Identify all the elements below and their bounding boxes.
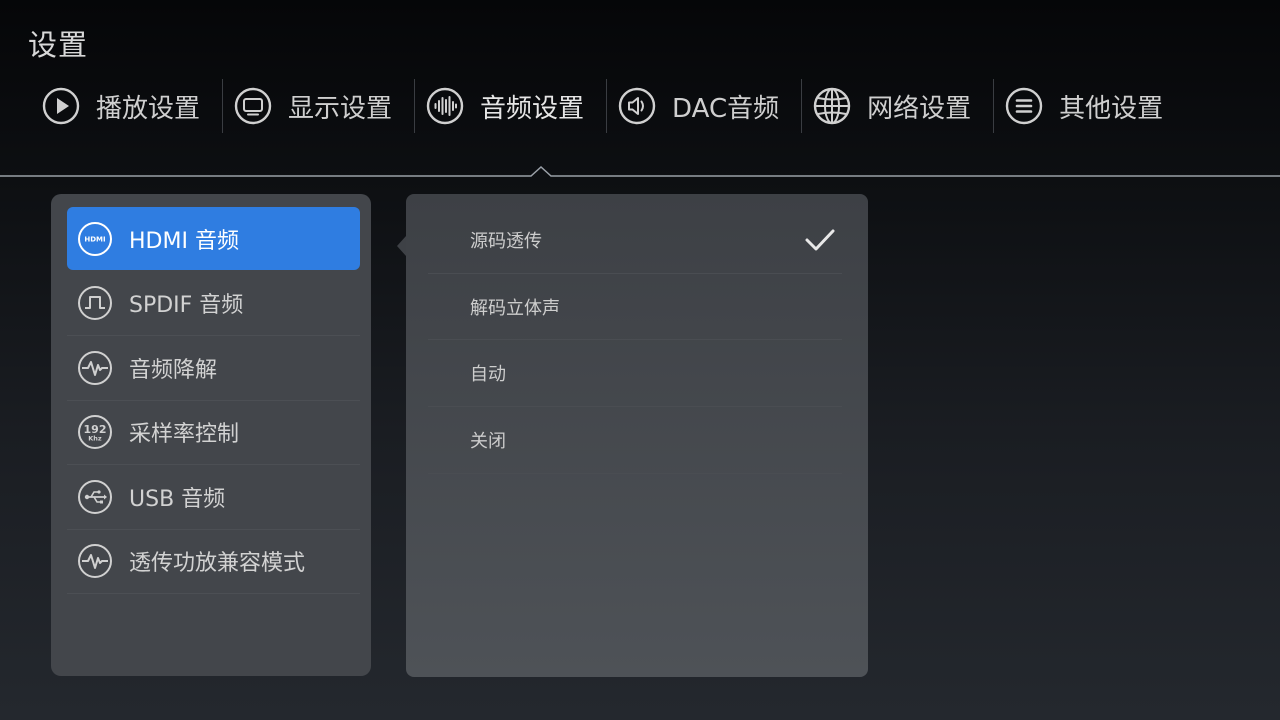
sample-rate-icon: 192 Khz bbox=[78, 415, 112, 450]
panel-pointer bbox=[397, 236, 406, 256]
menu-item-label: SPDIF 音频 bbox=[129, 293, 244, 319]
option-decode-stereo[interactable]: 解码立体声 bbox=[428, 274, 842, 341]
menu-item-sample-rate[interactable]: 192 Khz 采样率控制 bbox=[67, 401, 360, 465]
menu-list-icon bbox=[1005, 87, 1043, 125]
waveform-icon bbox=[78, 544, 112, 579]
settings-tab-bar: 播放设置 显示设置 音频设置 DAC音频 网络设置 其他设置 bbox=[30, 79, 1185, 133]
option-auto[interactable]: 自动 bbox=[428, 340, 842, 408]
tab-label: 显示设置 bbox=[288, 93, 393, 124]
menu-item-label: USB 音频 bbox=[129, 486, 226, 512]
option-label: 源码透传 bbox=[470, 230, 542, 252]
menu-item-audio-downmix[interactable]: 音频降解 bbox=[67, 336, 360, 401]
tab-label: DAC音频 bbox=[672, 93, 780, 124]
tab-label: 其他设置 bbox=[1059, 93, 1164, 124]
svg-text:Khz: Khz bbox=[88, 435, 102, 443]
menu-item-passthrough-compat[interactable]: 透传功放兼容模式 bbox=[67, 530, 360, 594]
tab-network-settings[interactable]: 网络设置 bbox=[801, 79, 993, 133]
tab-label: 网络设置 bbox=[867, 93, 972, 124]
menu-item-label: 采样率控制 bbox=[129, 422, 240, 448]
tab-label: 播放设置 bbox=[96, 93, 201, 124]
display-icon bbox=[234, 87, 272, 125]
menu-item-hdmi-audio[interactable]: HDMI HDMI 音频 bbox=[67, 207, 360, 270]
usb-icon bbox=[78, 479, 112, 514]
tab-audio-settings[interactable]: 音频设置 bbox=[414, 79, 606, 133]
tab-display-settings[interactable]: 显示设置 bbox=[222, 79, 414, 133]
speaker-icon bbox=[618, 87, 656, 125]
tab-label: 音频设置 bbox=[480, 93, 585, 124]
hdmi-options-panel: 源码透传 解码立体声 自动 关闭 bbox=[397, 194, 868, 677]
spdif-icon bbox=[78, 286, 112, 321]
svg-text:HDMI: HDMI bbox=[84, 235, 105, 243]
audio-wave-icon bbox=[426, 87, 464, 125]
menu-item-label: 透传功放兼容模式 bbox=[129, 551, 306, 577]
menu-item-label: 音频降解 bbox=[129, 357, 218, 383]
page-title: 设置 bbox=[28, 28, 89, 62]
tab-playback-settings[interactable]: 播放设置 bbox=[30, 79, 222, 133]
checkmark-icon bbox=[805, 229, 835, 251]
option-off[interactable]: 关闭 bbox=[428, 407, 842, 474]
tab-other-settings[interactable]: 其他设置 bbox=[993, 79, 1185, 133]
menu-item-usb-audio[interactable]: USB 音频 bbox=[67, 465, 360, 530]
waveform-icon bbox=[78, 350, 112, 385]
tab-dac-audio[interactable]: DAC音频 bbox=[606, 79, 801, 133]
option-label: 关闭 bbox=[470, 430, 506, 452]
tab-indicator-line bbox=[0, 165, 1280, 177]
audio-menu-panel: HDMI HDMI 音频 SPDIF 音频 音频降解 192 Khz 采样率控制 bbox=[51, 194, 371, 676]
menu-item-label: HDMI 音频 bbox=[129, 228, 239, 254]
hdmi-icon: HDMI bbox=[78, 221, 112, 256]
option-label: 解码立体声 bbox=[470, 297, 560, 319]
option-label: 自动 bbox=[470, 364, 506, 386]
menu-item-spdif-audio[interactable]: SPDIF 音频 bbox=[67, 272, 360, 336]
globe-icon bbox=[813, 87, 851, 125]
option-source-passthrough[interactable]: 源码透传 bbox=[428, 207, 842, 274]
play-icon bbox=[42, 87, 80, 125]
